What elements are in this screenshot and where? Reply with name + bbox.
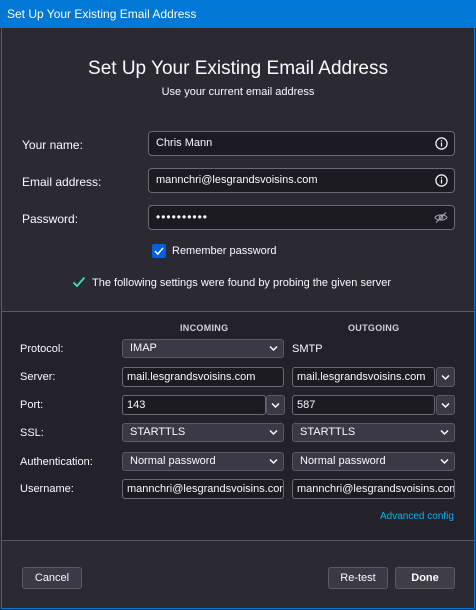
window-title: Set Up Your Existing Email Address bbox=[7, 7, 197, 21]
eye-hidden-icon[interactable] bbox=[434, 211, 448, 224]
chevron-down-icon bbox=[269, 429, 278, 436]
outgoing-protocol-value: SMTP bbox=[292, 343, 323, 355]
incoming-protocol-select[interactable]: IMAP bbox=[122, 339, 284, 358]
email-field[interactable]: mannchri@lesgrandsvoisins.com bbox=[148, 168, 455, 193]
outgoing-server-value: mail.lesgrandsvoisins.com bbox=[297, 371, 426, 383]
incoming-username-value: mannchri@lesgrandsvoisins.com bbox=[127, 483, 284, 495]
incoming-username-input[interactable]: mannchri@lesgrandsvoisins.com bbox=[122, 479, 284, 499]
checkmark-icon bbox=[154, 247, 164, 256]
incoming-port-input[interactable]: 143 bbox=[122, 395, 266, 415]
incoming-authentication-value: Normal password bbox=[130, 455, 216, 467]
incoming-header: INCOMING bbox=[180, 323, 229, 333]
incoming-ssl-value: STARTTLS bbox=[130, 426, 186, 438]
chevron-down-icon bbox=[440, 458, 449, 465]
chevron-down-icon bbox=[269, 458, 278, 465]
info-icon[interactable] bbox=[435, 137, 448, 150]
outgoing-ssl-select[interactable]: STARTTLS bbox=[292, 423, 455, 442]
window-titlebar: Set Up Your Existing Email Address bbox=[0, 0, 476, 28]
incoming-server-value: mail.lesgrandsvoisins.com bbox=[127, 371, 256, 383]
incoming-port-dropdown[interactable] bbox=[266, 395, 285, 415]
success-check-icon bbox=[72, 276, 86, 288]
port-label: Port: bbox=[20, 399, 44, 411]
done-button[interactable]: Done bbox=[395, 567, 455, 589]
name-label: Your name: bbox=[22, 138, 83, 152]
outgoing-port-value: 587 bbox=[297, 399, 316, 411]
probe-message: The following settings were found by pro… bbox=[92, 277, 392, 289]
outgoing-port-input[interactable]: 587 bbox=[292, 395, 435, 415]
page-title: Set Up Your Existing Email Address bbox=[88, 58, 388, 79]
password-value: •••••••••• bbox=[156, 210, 209, 224]
chevron-down-icon bbox=[271, 402, 280, 409]
outgoing-authentication-select[interactable]: Normal password bbox=[292, 452, 455, 471]
server-label: Server: bbox=[20, 371, 56, 383]
outgoing-username-input[interactable]: mannchri@lesgrandsvoisins.com bbox=[292, 479, 455, 499]
password-label: Password: bbox=[22, 212, 79, 226]
page-subtitle: Use your current email address bbox=[161, 86, 315, 98]
protocol-label: Protocol: bbox=[20, 343, 64, 355]
name-value: Chris Mann bbox=[156, 137, 213, 149]
chevron-down-icon bbox=[269, 345, 278, 352]
username-label: Username: bbox=[20, 483, 74, 495]
password-field[interactable]: •••••••••• bbox=[148, 205, 455, 230]
outgoing-header: OUTGOING bbox=[348, 323, 400, 333]
incoming-protocol-value: IMAP bbox=[130, 342, 157, 354]
incoming-authentication-select[interactable]: Normal password bbox=[122, 452, 284, 471]
incoming-server-input[interactable]: mail.lesgrandsvoisins.com bbox=[122, 367, 284, 387]
email-value: mannchri@lesgrandsvoisins.com bbox=[156, 174, 318, 186]
outgoing-authentication-value: Normal password bbox=[300, 455, 386, 467]
name-field[interactable]: Chris Mann bbox=[148, 131, 455, 156]
chevron-down-icon bbox=[441, 402, 450, 409]
incoming-ssl-select[interactable]: STARTTLS bbox=[122, 423, 284, 442]
ssl-label: SSL: bbox=[20, 427, 44, 439]
outgoing-username-value: mannchri@lesgrandsvoisins.com bbox=[297, 483, 455, 495]
cancel-button[interactable]: Cancel bbox=[22, 567, 82, 589]
remember-password-label[interactable]: Remember password bbox=[172, 245, 277, 257]
advanced-config-link[interactable]: Advanced config bbox=[380, 511, 454, 522]
chevron-down-icon bbox=[441, 374, 450, 381]
outgoing-server-input[interactable]: mail.lesgrandsvoisins.com bbox=[292, 367, 435, 387]
outgoing-port-dropdown[interactable] bbox=[436, 395, 455, 415]
incoming-port-value: 143 bbox=[127, 399, 146, 411]
outgoing-ssl-value: STARTTLS bbox=[300, 426, 356, 438]
outgoing-server-dropdown[interactable] bbox=[436, 367, 455, 387]
info-icon[interactable] bbox=[435, 174, 448, 187]
email-label: Email address: bbox=[22, 175, 102, 189]
authentication-label: Authentication: bbox=[20, 456, 93, 468]
retest-button[interactable]: Re-test bbox=[328, 567, 388, 589]
remember-password-checkbox[interactable] bbox=[152, 244, 166, 258]
chevron-down-icon bbox=[440, 429, 449, 436]
